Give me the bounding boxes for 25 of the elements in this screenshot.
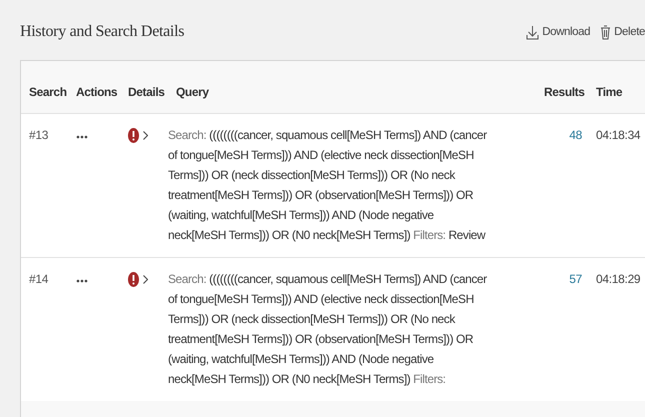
more-icon[interactable]	[76, 135, 88, 139]
download-button[interactable]: Download	[526, 24, 590, 40]
chevron-icon[interactable]	[143, 131, 148, 140]
delete-button[interactable]: Delete	[600, 24, 645, 40]
column-header: Details	[127, 84, 166, 101]
search-number: #13	[28, 128, 50, 144]
column-header: Actions	[75, 84, 118, 101]
query-text: Search: ((((((((cancer, squamous cell[MeSH Terms]) AND (cancer of tongue[MeSH Terms])) AND (elective neck dissection[MeSH Terms])) OR (neck dissection[MeSH Terms])) OR (No neck treatment[MeSH Terms])) OR (observation[MeSH Terms])) OR (waiting, watchful[MeSH Terms])) AND (Node negative neck[MeSH Terms])) OR (N0 neck[MeSH Terms]) Filters:	[168, 271, 488, 388]
column-header: Search	[28, 84, 68, 101]
column-header: Results	[543, 84, 586, 101]
more-icon[interactable]	[76, 279, 88, 283]
chevron-icon[interactable]	[143, 275, 148, 284]
column-header: Query	[175, 84, 210, 101]
page-title: History and Search Details	[20, 23, 184, 41]
column-header: Time	[595, 84, 624, 101]
download-icon	[526, 24, 540, 40]
trash-icon	[600, 24, 612, 40]
results-count[interactable]: 57	[536, 272, 588, 389]
search-time: 04:18:34	[595, 128, 642, 144]
search-number: #14	[28, 272, 50, 288]
search-time: 04:18:29	[595, 272, 642, 288]
alert-icon	[128, 272, 139, 287]
alert-icon	[128, 128, 139, 143]
results-count[interactable]: 48	[536, 128, 588, 245]
query-text: Search: ((((((((cancer, squamous cell[MeSH Terms]) AND (cancer of tongue[MeSH Terms])) AND (elective neck dissection[MeSH Terms])) OR (neck dissection[MeSH Terms])) OR (No neck treatment[MeSH Terms])) OR (observation[MeSH Terms])) OR (waiting, watchful[MeSH Terms])) AND (Node negative neck[MeSH Terms])) OR (N0 neck[MeSH Terms]) Filters: Review	[168, 127, 488, 244]
